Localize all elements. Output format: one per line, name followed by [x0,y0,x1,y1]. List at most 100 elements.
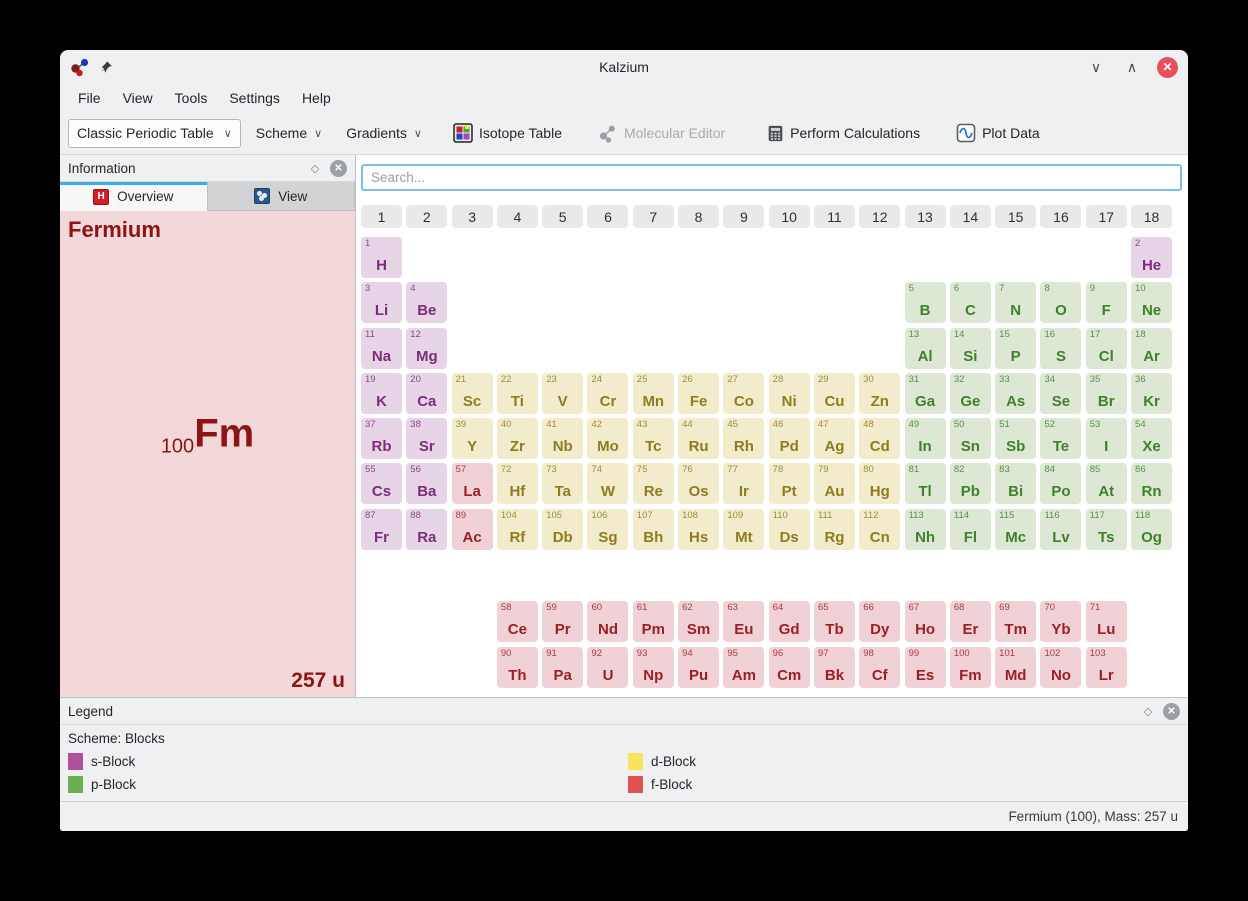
plot-data-button[interactable]: Plot Data [948,118,1048,148]
element-tile-Lu[interactable]: 71Lu [1086,601,1127,642]
element-tile-Fm[interactable]: 100Fm [950,647,991,688]
element-tile-Tb[interactable]: 65Tb [814,601,855,642]
element-tile-At[interactable]: 85At [1086,463,1127,504]
element-tile-In[interactable]: 49In [905,418,946,459]
element-tile-Sn[interactable]: 50Sn [950,418,991,459]
element-tile-Hs[interactable]: 108Hs [678,509,719,550]
element-tile-Lv[interactable]: 116Lv [1040,509,1081,550]
group-number-15[interactable]: 15 [995,205,1036,228]
element-tile-O[interactable]: 8O [1040,282,1081,323]
group-number-3[interactable]: 3 [452,205,493,228]
close-dock-icon[interactable]: ✕ [1163,703,1180,720]
element-tile-Ra[interactable]: 88Ra [406,509,447,550]
element-tile-Hg[interactable]: 80Hg [859,463,900,504]
element-tile-W[interactable]: 74W [587,463,628,504]
element-tile-Cd[interactable]: 48Cd [859,418,900,459]
minimize-button[interactable]: ∨ [1085,56,1107,78]
element-tile-N[interactable]: 7N [995,282,1036,323]
group-number-17[interactable]: 17 [1086,205,1127,228]
group-number-4[interactable]: 4 [497,205,538,228]
element-tile-Cs[interactable]: 55Cs [361,463,402,504]
element-tile-La[interactable]: 57La [452,463,493,504]
element-tile-Rf[interactable]: 104Rf [497,509,538,550]
element-tile-K[interactable]: 19K [361,373,402,414]
element-tile-B[interactable]: 5B [905,282,946,323]
scheme-dropdown[interactable]: Scheme ∨ [247,119,331,148]
element-tile-Fe[interactable]: 26Fe [678,373,719,414]
element-tile-Hf[interactable]: 72Hf [497,463,538,504]
element-tile-Bk[interactable]: 97Bk [814,647,855,688]
element-tile-Cm[interactable]: 96Cm [769,647,810,688]
group-number-14[interactable]: 14 [950,205,991,228]
element-tile-Sb[interactable]: 51Sb [995,418,1036,459]
group-number-11[interactable]: 11 [814,205,855,228]
group-number-13[interactable]: 13 [905,205,946,228]
element-tile-Ni[interactable]: 28Ni [769,373,810,414]
element-tile-Bh[interactable]: 107Bh [633,509,674,550]
element-tile-Es[interactable]: 99Es [905,647,946,688]
element-tile-Np[interactable]: 93Np [633,647,674,688]
menu-file[interactable]: File [68,87,111,109]
element-tile-Li[interactable]: 3Li [361,282,402,323]
element-tile-Al[interactable]: 13Al [905,328,946,369]
element-tile-C[interactable]: 6C [950,282,991,323]
element-tile-U[interactable]: 92U [587,647,628,688]
element-tile-Gd[interactable]: 64Gd [769,601,810,642]
group-number-9[interactable]: 9 [723,205,764,228]
element-tile-Os[interactable]: 76Os [678,463,719,504]
gradients-dropdown[interactable]: Gradients ∨ [337,119,431,148]
element-tile-Pu[interactable]: 94Pu [678,647,719,688]
element-tile-Sm[interactable]: 62Sm [678,601,719,642]
element-tile-Mo[interactable]: 42Mo [587,418,628,459]
element-tile-Am[interactable]: 95Am [723,647,764,688]
maximize-button[interactable]: ∧ [1121,56,1143,78]
element-tile-Po[interactable]: 84Po [1040,463,1081,504]
group-number-18[interactable]: 18 [1131,205,1172,228]
element-tile-He[interactable]: 2He [1131,237,1172,278]
element-tile-Ga[interactable]: 31Ga [905,373,946,414]
element-tile-P[interactable]: 15P [995,328,1036,369]
element-tile-Re[interactable]: 75Re [633,463,674,504]
element-tile-Og[interactable]: 118Og [1131,509,1172,550]
menu-tools[interactable]: Tools [165,87,218,109]
element-tile-Zn[interactable]: 30Zn [859,373,900,414]
menu-view[interactable]: View [113,87,163,109]
element-tile-Cf[interactable]: 98Cf [859,647,900,688]
isotope-table-button[interactable]: Isotope Table [445,118,570,148]
element-tile-Ru[interactable]: 44Ru [678,418,719,459]
menu-help[interactable]: Help [292,87,341,109]
element-tile-Sc[interactable]: 21Sc [452,373,493,414]
group-number-7[interactable]: 7 [633,205,674,228]
element-tile-Kr[interactable]: 36Kr [1131,373,1172,414]
element-tile-Pr[interactable]: 59Pr [542,601,583,642]
perform-calculations-button[interactable]: Perform Calculations [759,118,928,148]
float-dock-icon[interactable]: ◇ [306,159,324,177]
element-tile-Ts[interactable]: 117Ts [1086,509,1127,550]
element-tile-Ho[interactable]: 67Ho [905,601,946,642]
element-tile-Au[interactable]: 79Au [814,463,855,504]
element-tile-Mt[interactable]: 109Mt [723,509,764,550]
element-tile-Ge[interactable]: 32Ge [950,373,991,414]
element-tile-Rb[interactable]: 37Rb [361,418,402,459]
element-tile-Tl[interactable]: 81Tl [905,463,946,504]
group-number-8[interactable]: 8 [678,205,719,228]
element-tile-Ag[interactable]: 47Ag [814,418,855,459]
element-tile-Xe[interactable]: 54Xe [1131,418,1172,459]
element-tile-Th[interactable]: 90Th [497,647,538,688]
element-tile-Si[interactable]: 14Si [950,328,991,369]
menu-settings[interactable]: Settings [219,87,290,109]
element-tile-V[interactable]: 23V [542,373,583,414]
element-tile-Zr[interactable]: 40Zr [497,418,538,459]
element-tile-Sg[interactable]: 106Sg [587,509,628,550]
element-tile-Pd[interactable]: 46Pd [769,418,810,459]
element-tile-Fl[interactable]: 114Fl [950,509,991,550]
element-tile-Md[interactable]: 101Md [995,647,1036,688]
element-tile-Mg[interactable]: 12Mg [406,328,447,369]
element-tile-Dy[interactable]: 66Dy [859,601,900,642]
element-tile-Pm[interactable]: 61Pm [633,601,674,642]
table-type-select[interactable]: Classic Periodic Table ∨ [68,119,241,148]
element-tile-No[interactable]: 102No [1040,647,1081,688]
element-tile-Yb[interactable]: 70Yb [1040,601,1081,642]
element-tile-Ac[interactable]: 89Ac [452,509,493,550]
tab-overview[interactable]: H Overview [60,182,208,211]
